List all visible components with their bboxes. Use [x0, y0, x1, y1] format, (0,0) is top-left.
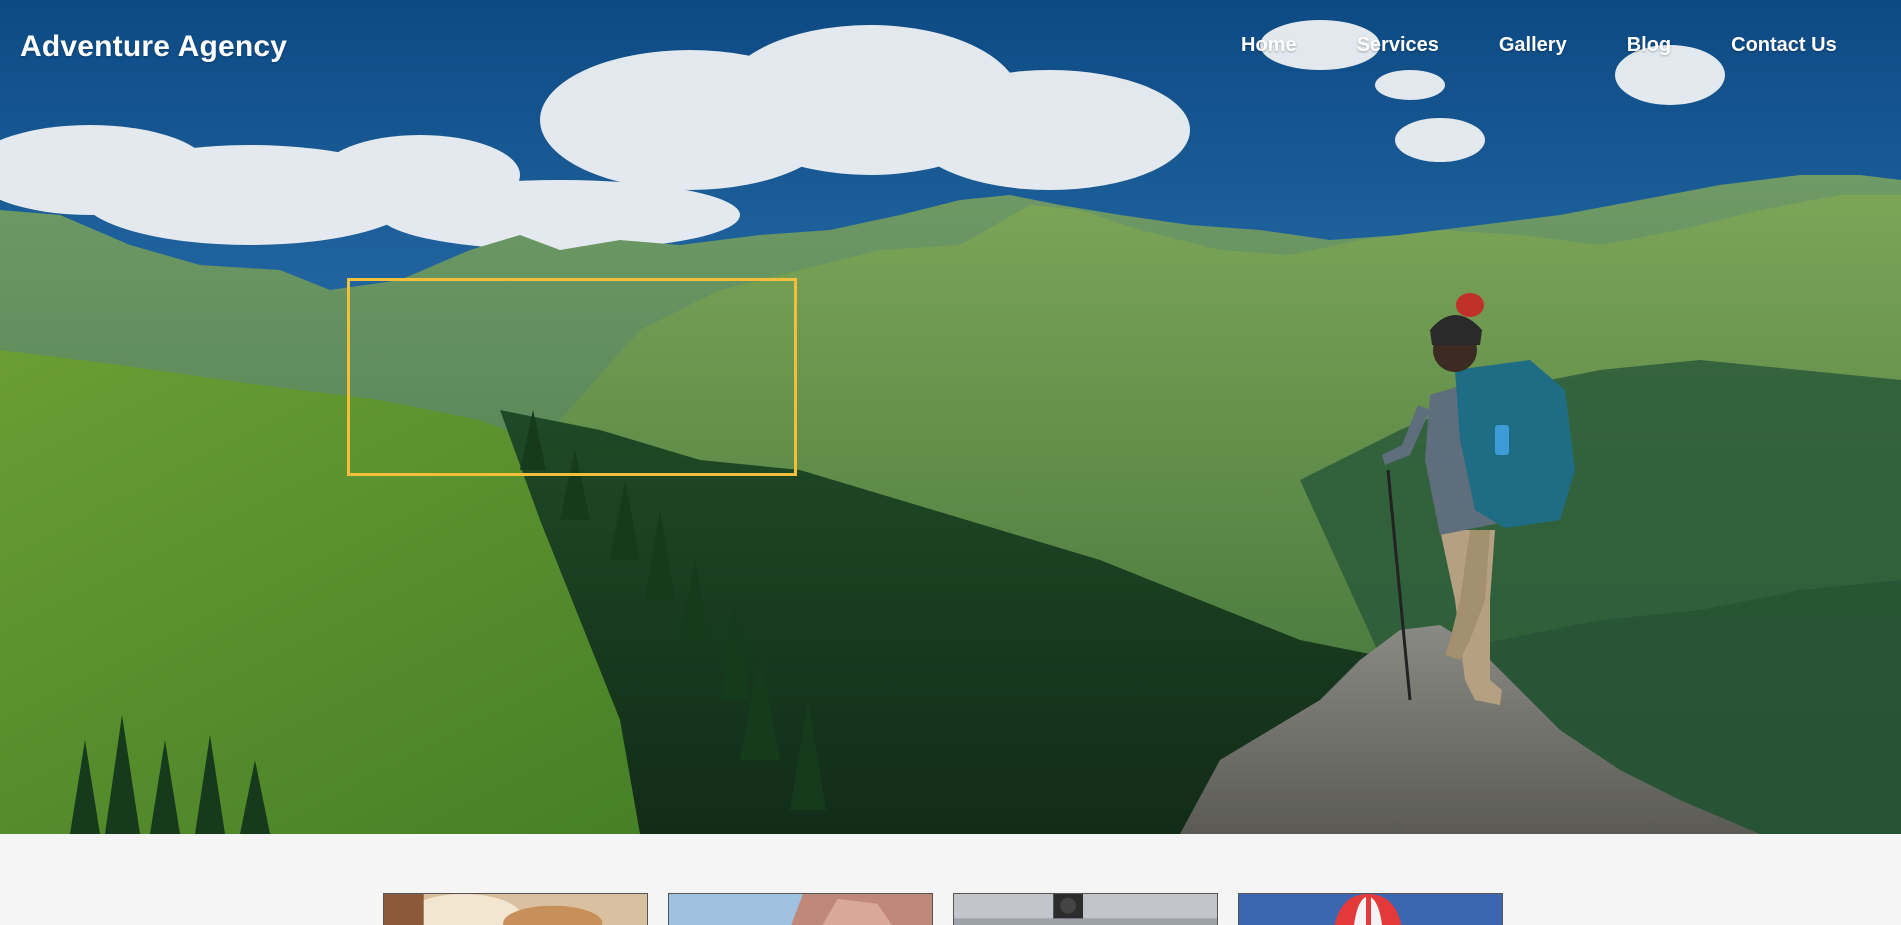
gallery-card[interactable]: [1238, 893, 1503, 925]
hero-background-image: [0, 0, 1901, 834]
gallery-card[interactable]: [383, 893, 648, 925]
main-navigation: Home Services Gallery Blog Contact Us: [1241, 34, 1837, 57]
gallery-cards: [383, 893, 1503, 925]
hero-section: Adventure Agency Home Services Gallery B…: [0, 0, 1901, 834]
highlight-selection-box: [347, 278, 797, 476]
gallery-card[interactable]: [953, 893, 1218, 925]
nav-contact-us[interactable]: Contact Us: [1731, 34, 1837, 57]
nav-home[interactable]: Home: [1241, 34, 1297, 57]
gallery-card-image: [954, 894, 1217, 925]
gallery-card-image: [669, 894, 932, 925]
gallery-card-image: [384, 894, 647, 925]
nav-services[interactable]: Services: [1357, 34, 1439, 57]
gallery-card-image: [1239, 894, 1502, 925]
nav-blog[interactable]: Blog: [1627, 34, 1671, 57]
nav-gallery[interactable]: Gallery: [1499, 34, 1567, 57]
gallery-card[interactable]: [668, 893, 933, 925]
brand-logo[interactable]: Adventure Agency: [20, 30, 287, 64]
